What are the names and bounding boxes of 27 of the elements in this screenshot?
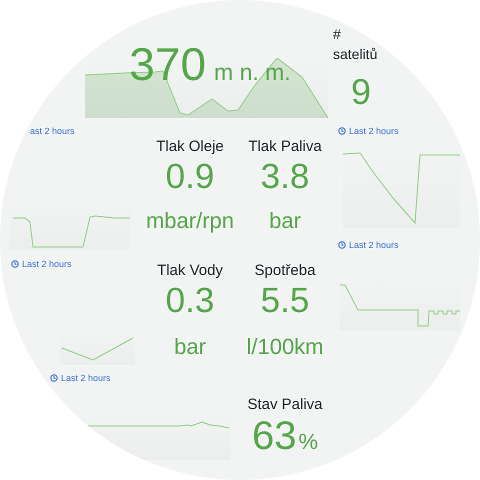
- stat-unit: l/100km: [246, 334, 324, 360]
- stat-value: 9: [350, 72, 372, 112]
- time-range-link[interactable]: ast 2 hours: [30, 126, 75, 136]
- stat-value: 0.9: [166, 158, 214, 196]
- clock-icon: [338, 241, 346, 249]
- time-range-link[interactable]: Last 2 hours: [22, 259, 72, 269]
- clock-icon: [338, 127, 346, 135]
- stat-label: Tlak Paliva: [248, 138, 322, 156]
- clock-icon: [11, 260, 19, 268]
- stat-unit: mbar/rpn: [146, 208, 234, 234]
- time-range-link[interactable]: Last 2 hours: [61, 373, 111, 383]
- time-range-link[interactable]: Last 2 hours: [349, 126, 399, 136]
- altitude-unit: m n. m.: [214, 59, 291, 86]
- stat-label: Tlak Vody: [157, 262, 223, 280]
- stat-value: 5.5: [260, 282, 310, 320]
- clock-icon: [50, 374, 58, 382]
- altitude-value: 370: [129, 40, 206, 88]
- stat-value: 0.3: [166, 282, 214, 320]
- stat-label: Stav Paliva: [247, 396, 323, 414]
- stat-label: Tlak Oleje: [156, 138, 224, 156]
- stat-value: 63: [252, 414, 296, 458]
- stat-label: Spotřeba: [254, 262, 316, 280]
- stat-unit: bar: [174, 334, 206, 360]
- time-range-link[interactable]: Last 2 hours: [349, 240, 399, 250]
- stat-value: 3.8: [260, 158, 310, 196]
- stat-unit: bar: [269, 208, 301, 234]
- stat-unit: %: [298, 429, 318, 455]
